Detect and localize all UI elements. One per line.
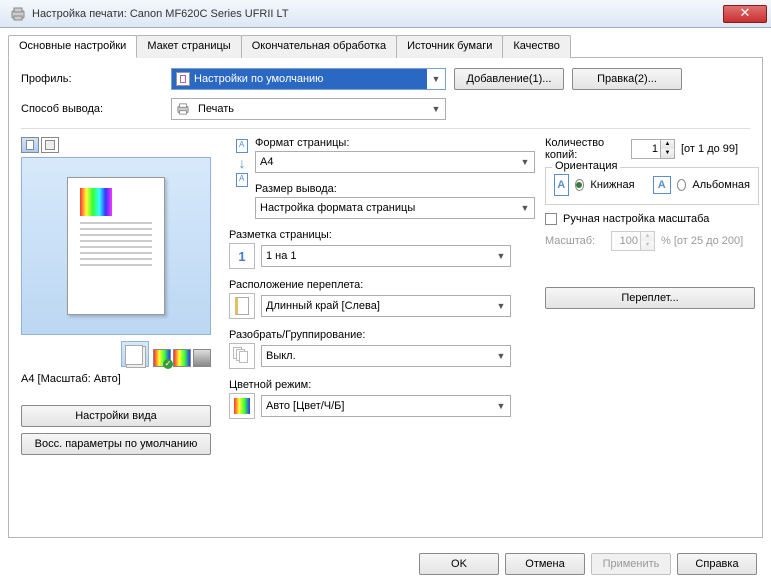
page-preview bbox=[21, 157, 211, 335]
page-format-icon bbox=[236, 139, 248, 153]
portrait-label: Книжная bbox=[590, 179, 634, 191]
output-value: Печать bbox=[194, 103, 427, 115]
portrait-radio[interactable] bbox=[575, 179, 585, 191]
scale-label: Масштаб: bbox=[545, 235, 605, 247]
manual-scale-checkbox[interactable] bbox=[545, 213, 557, 225]
copies-input[interactable] bbox=[632, 140, 660, 158]
profile-icon bbox=[176, 72, 190, 86]
copies-label: Количество копий: bbox=[545, 137, 625, 161]
orientation-label: Ориентация bbox=[552, 160, 620, 172]
tab-quality[interactable]: Качество bbox=[502, 35, 571, 58]
scale-range: % [от 25 до 200] bbox=[661, 235, 743, 247]
spin-up-icon: ▲ bbox=[640, 232, 654, 241]
page-format-value: A4 bbox=[256, 156, 516, 168]
manual-scale-label: Ручная настройка масштаба bbox=[563, 213, 709, 225]
color-swatch-icon[interactable]: ✓ bbox=[153, 349, 171, 367]
binding-value: Длинный край [Слева] bbox=[262, 300, 492, 312]
ok-button[interactable]: OK bbox=[419, 553, 499, 575]
close-button[interactable]: ✕ bbox=[723, 5, 767, 23]
tab-finishing[interactable]: Окончательная обработка bbox=[241, 35, 397, 58]
output-size-icon bbox=[236, 173, 248, 187]
chevron-down-icon: ▼ bbox=[427, 74, 445, 84]
stack-preview-icon bbox=[121, 341, 149, 367]
output-size-label: Размер вывода: bbox=[255, 183, 535, 195]
tab-paper-source[interactable]: Источник бумаги bbox=[396, 35, 503, 58]
spin-down-icon[interactable]: ▼ bbox=[660, 149, 674, 158]
binding-dropdown[interactable]: Длинный край [Слева] ▼ bbox=[261, 295, 511, 317]
tab-strip: Основные настройки Макет страницы Оконча… bbox=[8, 34, 763, 58]
tab-content: Профиль: Настройки по умолчанию ▼ Добавл… bbox=[8, 58, 763, 538]
color-mode-dropdown[interactable]: Авто [Цвет/Ч/Б] ▼ bbox=[261, 395, 511, 417]
spin-up-icon[interactable]: ▲ bbox=[660, 140, 674, 149]
copies-range: [от 1 до 99] bbox=[681, 143, 738, 155]
chevron-down-icon: ▼ bbox=[516, 157, 534, 167]
profile-dropdown[interactable]: Настройки по умолчанию ▼ bbox=[171, 68, 446, 90]
color-swatch-icon[interactable] bbox=[173, 349, 191, 367]
orientation-group: Ориентация A Книжная A Альбомная bbox=[545, 167, 759, 205]
printer-icon bbox=[10, 7, 26, 21]
collate-dropdown[interactable]: Выкл. ▼ bbox=[261, 345, 511, 367]
preview-page-icon bbox=[67, 177, 165, 315]
collate-label: Разобрать/Группирование: bbox=[229, 329, 535, 341]
gutter-button[interactable]: Переплет... bbox=[545, 287, 755, 309]
spin-down-icon: ▼ bbox=[640, 241, 654, 250]
chevron-down-icon: ▼ bbox=[492, 251, 510, 261]
tab-page-layout[interactable]: Макет страницы bbox=[136, 35, 241, 58]
color-swatch-icon[interactable] bbox=[193, 349, 211, 367]
collate-value: Выкл. bbox=[262, 350, 492, 362]
output-label: Способ вывода: bbox=[21, 103, 171, 115]
binding-label: Расположение переплета: bbox=[229, 279, 535, 291]
landscape-icon: A bbox=[653, 176, 671, 194]
titlebar: Настройка печати: Canon MF620C Series UF… bbox=[0, 0, 771, 28]
preview-mode-icon[interactable] bbox=[21, 137, 39, 153]
chevron-down-icon: ▼ bbox=[492, 401, 510, 411]
tab-basic[interactable]: Основные настройки bbox=[8, 35, 137, 58]
portrait-icon: A bbox=[554, 174, 569, 196]
page-format-label: Формат страницы: bbox=[255, 137, 535, 149]
color-mode-label: Цветной режим: bbox=[229, 379, 535, 391]
color-mode-icon bbox=[229, 393, 255, 419]
output-dropdown[interactable]: Печать ▼ bbox=[171, 98, 446, 120]
scale-spinner: ▲▼ bbox=[611, 231, 655, 251]
chevron-down-icon: ▼ bbox=[427, 104, 445, 114]
view-settings-button[interactable]: Настройки вида bbox=[21, 405, 211, 427]
help-button[interactable]: Справка bbox=[677, 553, 757, 575]
page-layout-dropdown[interactable]: 1 на 1 ▼ bbox=[261, 245, 511, 267]
collate-icon bbox=[229, 343, 255, 369]
arrow-down-icon: ↓ bbox=[239, 155, 246, 171]
chevron-down-icon: ▼ bbox=[492, 351, 510, 361]
add-profile-button[interactable]: Добавление(1)... bbox=[454, 68, 564, 90]
chevron-down-icon: ▼ bbox=[516, 203, 534, 213]
page-format-dropdown[interactable]: A4 ▼ bbox=[255, 151, 535, 173]
edit-profile-button[interactable]: Правка(2)... bbox=[572, 68, 682, 90]
binding-icon bbox=[229, 293, 255, 319]
page-layout-value: 1 на 1 bbox=[262, 250, 492, 262]
color-mode-value: Авто [Цвет/Ч/Б] bbox=[262, 400, 492, 412]
cancel-button[interactable]: Отмена bbox=[505, 553, 585, 575]
profile-label: Профиль: bbox=[21, 73, 171, 85]
preview-mode-icon[interactable] bbox=[41, 137, 59, 153]
output-size-dropdown[interactable]: Настройка формата страницы ▼ bbox=[255, 197, 535, 219]
window-title: Настройка печати: Canon MF620C Series UF… bbox=[32, 8, 723, 20]
output-size-value: Настройка формата страницы bbox=[256, 202, 516, 214]
apply-button[interactable]: Применить bbox=[591, 553, 671, 575]
page-layout-icon: 1 bbox=[229, 243, 255, 269]
landscape-label: Альбомная bbox=[692, 179, 750, 191]
chevron-down-icon: ▼ bbox=[492, 301, 510, 311]
profile-value: Настройки по умолчанию bbox=[194, 73, 323, 85]
landscape-radio[interactable] bbox=[677, 179, 687, 191]
printer-icon bbox=[172, 103, 194, 115]
scale-input bbox=[612, 232, 640, 250]
copies-spinner[interactable]: ▲▼ bbox=[631, 139, 675, 159]
restore-defaults-button[interactable]: Восс. параметры по умолчанию bbox=[21, 433, 211, 455]
page-layout-label: Разметка страницы: bbox=[229, 229, 535, 241]
preview-caption: A4 [Масштаб: Авто] bbox=[21, 371, 211, 387]
